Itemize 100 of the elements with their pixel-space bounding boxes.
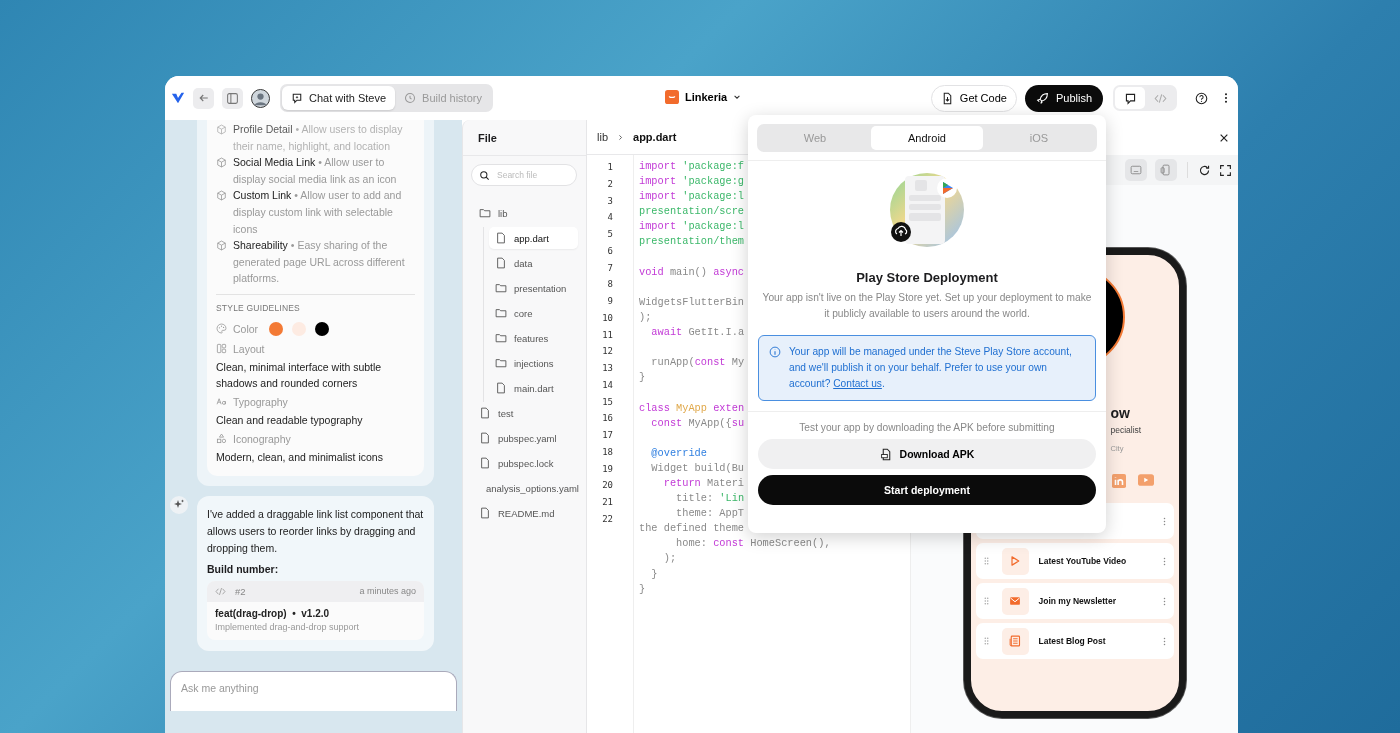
history-icon: [404, 92, 417, 104]
code-line: the defined theme: [639, 522, 745, 535]
message-text: I've added a draggable link list component that allows users to reorder links by dragging and dropping them.: [207, 506, 424, 556]
feature-text: Shareability • Easy sharing of the generated page URL across different platforms.: [233, 238, 406, 287]
refresh-icon[interactable]: [1198, 163, 1211, 177]
tab[interactable]: Chat with Steve: [282, 86, 396, 110]
tablet-icon: [1130, 164, 1142, 176]
line-number: 7: [607, 261, 613, 275]
build-number: #2: [235, 585, 246, 597]
drag-handle-icon[interactable]: [983, 597, 989, 605]
notice-text: Your app will be managed under the Steve Play Store account, and we'll publish it on your behalf. Prefer to use your own account? Contact us.: [789, 345, 1073, 391]
line-number: 12: [602, 345, 613, 359]
line-number: 17: [602, 429, 613, 442]
code-line: import 'package:l: [639, 220, 745, 233]
file-tree-item[interactable]: core: [489, 302, 578, 324]
code-line: import 'package:l: [639, 190, 745, 203]
file-icon: [479, 457, 491, 469]
youtube-icon[interactable]: [1137, 474, 1154, 487]
sparkle-icon: [170, 495, 188, 514]
link-card[interactable]: Latest Blog Post: [975, 623, 1174, 659]
sidebar-toggle-button[interactable]: [222, 87, 243, 109]
drag-handle-icon[interactable]: [983, 637, 989, 645]
close-icon[interactable]: [1219, 132, 1229, 143]
chat-icon: [1123, 91, 1137, 105]
file-tree-item[interactable]: pubspec.yaml: [473, 427, 578, 449]
link-card[interactable]: Latest YouTube Video: [975, 543, 1174, 579]
code-icon: [215, 585, 226, 597]
file-tree-item[interactable]: data: [489, 252, 578, 274]
breadcrumb-item[interactable]: lib: [597, 131, 608, 143]
line-number: 6: [607, 244, 613, 258]
line-number: 16: [602, 412, 613, 426]
get-code-button[interactable]: Get Code: [930, 84, 1017, 112]
breadcrumb-item[interactable]: app.dart: [633, 131, 677, 143]
chevron-right-icon: [617, 133, 624, 141]
file-tree-item[interactable]: main.dart: [489, 377, 578, 399]
file-tree-item[interactable]: analysis_options.yaml: [473, 477, 578, 499]
line-number: 14: [602, 378, 613, 392]
start-deployment-button[interactable]: Start deployment: [758, 475, 1096, 505]
line-number: 1: [607, 161, 613, 174]
project-menu-button[interactable]: Linkeria: [663, 88, 744, 106]
code-line: await GetIt.I.a: [650, 326, 745, 339]
mail-icon: [1001, 587, 1029, 615]
mobile-view-button[interactable]: [1155, 159, 1177, 181]
build-label: Build number:: [207, 562, 280, 575]
help-icon[interactable]: [1195, 91, 1208, 105]
tablet-view-button[interactable]: [1125, 159, 1147, 181]
build-time: a minutes ago: [359, 586, 416, 597]
code-line: void main() async: [639, 265, 745, 278]
file-tree-item[interactable]: README.md: [473, 502, 578, 524]
chat-view-button[interactable]: [1115, 87, 1145, 109]
chat-input[interactable]: Ask me anything: [170, 670, 457, 711]
file-icon: [495, 382, 507, 394]
fullscreen-icon[interactable]: [1219, 163, 1232, 177]
dialog-description: Your app isn't live on the Play Store yet. Set up your deployment to make it publicly available to users around the world.: [761, 291, 1093, 321]
back-button[interactable]: [193, 87, 214, 109]
code-line: }: [639, 371, 646, 384]
palette-icon: [216, 323, 227, 335]
code-line: @override: [650, 446, 707, 459]
typography-icon: [216, 396, 227, 408]
file-tree-item[interactable]: test: [473, 402, 578, 424]
chat-sparkle-icon: [291, 92, 303, 104]
cube-icon: [216, 124, 227, 135]
profile-name: ow: [1110, 405, 1131, 421]
file-tree-item[interactable]: injections: [489, 352, 578, 374]
user-avatar[interactable]: [251, 88, 270, 108]
file-tree-item[interactable]: features: [489, 327, 578, 349]
file-tree-item[interactable]: lib: [473, 202, 578, 224]
code-line: const MyApp({su: [650, 416, 745, 429]
feature-text: Social Media Link • Allow user to display social media link as an icon: [233, 155, 398, 187]
code-line: }: [639, 582, 646, 595]
guideline-label: Layout: [233, 342, 265, 355]
contact-link[interactable]: Contact us: [833, 378, 882, 389]
play-icon: [1001, 547, 1029, 575]
tab[interactable]: Android: [871, 126, 983, 150]
line-number: 13: [602, 362, 613, 375]
drag-handle-icon[interactable]: [983, 557, 989, 565]
file-tree-item[interactable]: pubspec.lock: [473, 452, 578, 474]
guideline-text: Modern, clean, and minimalist icons: [216, 449, 384, 465]
publish-button[interactable]: Publish: [1024, 84, 1103, 112]
build-description: Implemented drag-and-drop support: [215, 621, 361, 632]
guideline-label: Color: [233, 322, 259, 335]
more-icon[interactable]: [1224, 92, 1228, 104]
line-number: 8: [607, 278, 613, 292]
file-tree-item[interactable]: presentation: [489, 277, 578, 299]
link-card[interactable]: Join my Newsletter: [975, 583, 1174, 619]
logo-icon[interactable]: [171, 91, 185, 105]
search-field[interactable]: Search file: [471, 164, 577, 186]
download-apk-button[interactable]: Download APK: [758, 439, 1096, 469]
newspaper-icon: [1001, 627, 1029, 655]
file-icon: [479, 432, 491, 444]
line-number: 21: [602, 496, 613, 509]
arrow-left-icon: [197, 92, 210, 104]
panel-title: File: [478, 131, 497, 144]
line-number: 15: [602, 395, 613, 409]
shapes-icon: [216, 433, 227, 445]
code-line: WidgetsFlutterBin: [639, 295, 745, 308]
linkedin-icon[interactable]: [1111, 474, 1126, 488]
file-tree-item[interactable]: app.dart: [489, 227, 578, 249]
dialog-title: Play Store Deployment: [855, 270, 999, 285]
rocket-icon: [1035, 91, 1049, 105]
